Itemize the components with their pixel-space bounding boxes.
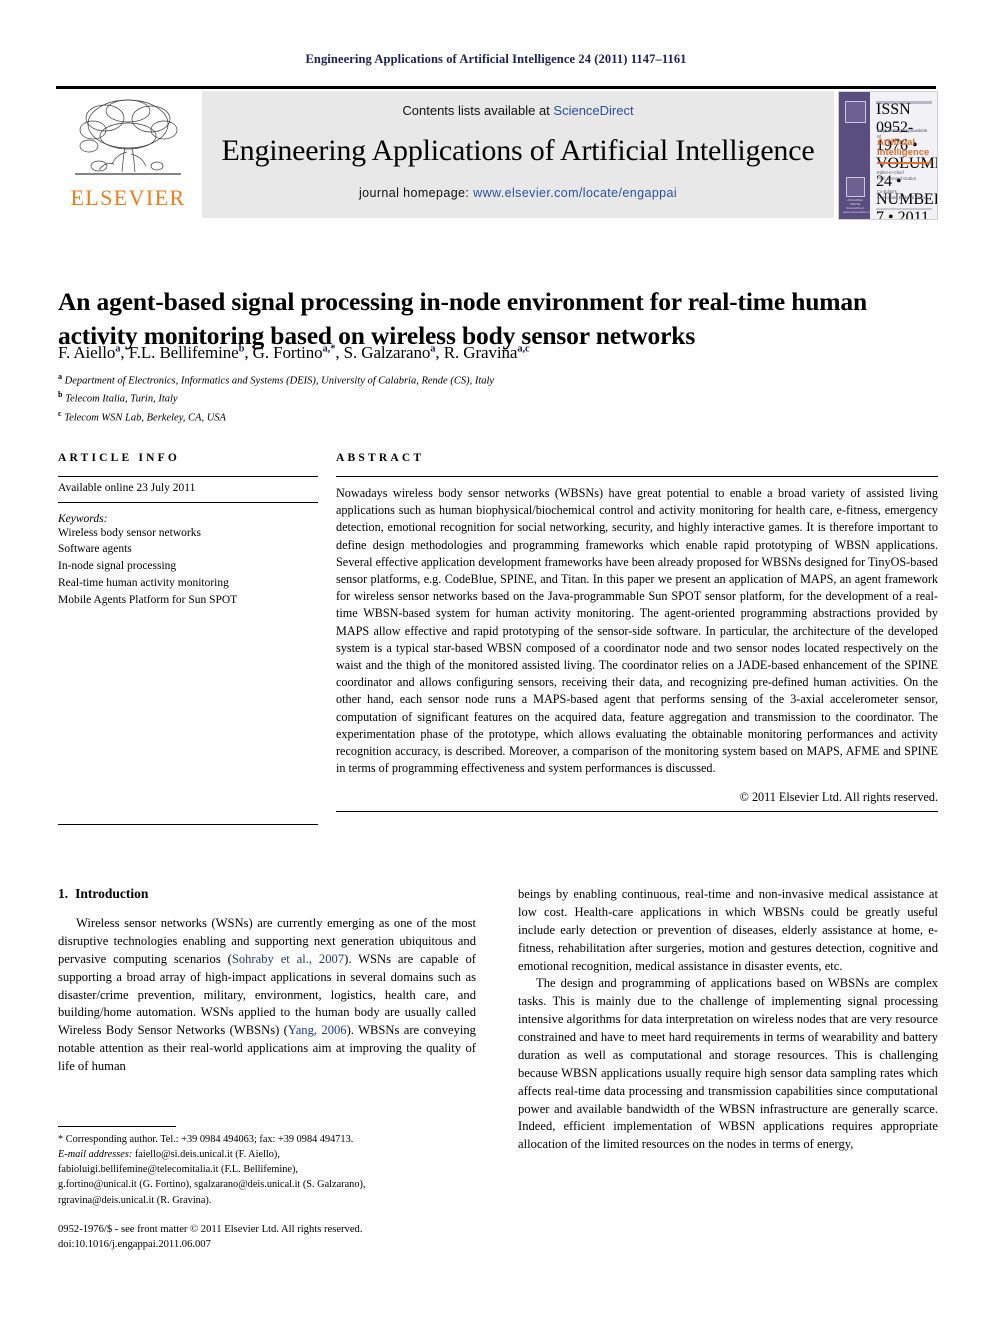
affiliation-mark: b — [58, 390, 63, 400]
affiliation-mark: a — [58, 372, 62, 381]
article-info-heading: ARTICLE INFO — [58, 452, 181, 464]
body-column-right: beings by enabling continuous, real-time… — [518, 886, 938, 1154]
keyword-item: Real-time human activity monitoring — [58, 576, 229, 589]
cover-accent-rule — [877, 162, 931, 164]
keyword-item: Wireless body sensor networks — [58, 526, 201, 539]
homepage-url-link[interactable]: www.elsevier.com/locate/engappai — [473, 186, 677, 200]
keywords-label: Keywords: — [58, 512, 108, 525]
elsevier-logo: ELSEVIER — [60, 94, 196, 216]
keyword-list: Wireless body sensor networks Software a… — [58, 525, 318, 609]
abstract-copyright: © 2011 Elsevier Ltd. All rights reserved… — [739, 789, 938, 804]
author-list: F. Aielloa, F.L. Bellifemineb, G. Fortin… — [58, 343, 530, 362]
abstract-bottom-rule — [336, 810, 938, 812]
email-addresses-note: E-mail addresses: faiello@si.deis.unical… — [58, 1147, 476, 1162]
keyword-item: In-node signal processing — [58, 560, 177, 573]
running-head: Engineering Applications of Artificial I… — [305, 52, 687, 66]
sciencedirect-link[interactable]: ScienceDirect — [553, 103, 633, 118]
author-affil-mark: a — [115, 343, 121, 355]
masthead-top-rule — [56, 86, 936, 89]
cover-footer-text: AVAILABLE ONLINE ScienceDirect www.scien… — [843, 197, 874, 214]
keyword-item: Mobile Agents Platform for Sun SPOT — [58, 593, 238, 606]
article-info-bottom-rule — [58, 824, 318, 825]
author-name: G. Fortino — [252, 343, 323, 362]
email-address[interactable]: fabioluigi.bellifemine@telecomitalia.it … — [58, 1162, 476, 1177]
author-name: S. Galzarano — [343, 343, 431, 362]
affiliation-text: Department of Electronics, Informatics a… — [64, 375, 495, 387]
imprint-block: 0952-1976/$ - see front matter © 2011 El… — [58, 1222, 488, 1253]
email-address[interactable]: rgravina@deis.unical.it (R. Gravina). — [58, 1193, 476, 1208]
affiliation-list: a Department of Electronics, Informatics… — [58, 371, 938, 426]
email-address[interactable]: g.fortino@unical.it (G. Fortino), sgalza… — [58, 1177, 476, 1192]
cover-title-main: Artificial Intelligence — [877, 137, 931, 159]
abstract-text: Nowadays wireless body sensor networks (… — [336, 486, 938, 776]
imprint-line-issn: 0952-1976/$ - see front matter © 2011 El… — [58, 1224, 363, 1235]
paragraph: beings by enabling continuous, real-time… — [518, 887, 938, 973]
corresponding-author-text: Corresponding author. Tel.: +39 0984 494… — [65, 1134, 354, 1145]
contents-prefix: Contents lists available at — [402, 103, 554, 118]
keyword-item: Software agents — [58, 543, 132, 556]
email-address[interactable]: faiello@si.deis.unical.it (F. Aiello), — [135, 1149, 280, 1160]
cover-bottom-rule — [876, 208, 932, 210]
body-column-left: 1. Introduction Wireless sensor networks … — [58, 886, 476, 1076]
cover-coeditor-name: • Associate Editorial Board — [877, 195, 927, 201]
affiliation-item: c Telecom WSN Lab, Berkeley, CA, USA — [58, 408, 938, 426]
cover-editor-block: Editor-in-Chief Prof. Bernard Grabot Co-Ed… — [877, 170, 931, 201]
affiliation-item: b Telecom Italia, Turin, Italy — [58, 389, 938, 407]
affiliation-mark: c — [58, 408, 62, 418]
cover-title-line3: Intelligence — [877, 147, 930, 159]
journal-masthead: ELSEVIER Contents lists available at Sci… — [56, 86, 938, 220]
cover-publisher-emblem-bottom — [846, 177, 865, 197]
author-affil-mark: a,* — [322, 343, 336, 355]
cover-editor-label: Editor-in-Chief — [877, 170, 904, 175]
elsevier-wordmark: ELSEVIER — [70, 185, 186, 210]
affiliation-text: Telecom Italia, Turin, Italy — [65, 393, 178, 405]
section-number: 1. — [58, 886, 69, 901]
cover-kicker: ISSN 0952-1976 • VOLUME 24 • NUMBER 7 • … — [876, 101, 937, 219]
paragraph: Wireless sensor networks (WSNs) are curr… — [58, 916, 476, 1073]
footnote-rule — [58, 1126, 176, 1127]
author-name: F.L. Bellifemine — [128, 343, 239, 362]
imprint-line-doi[interactable]: doi:10.1016/j.engappai.2011.06.007 — [58, 1237, 488, 1252]
author-affil-mark: b — [238, 343, 245, 355]
elsevier-tree-icon — [75, 99, 181, 175]
affiliation-item: a Department of Electronics, Informatics… — [58, 371, 938, 389]
email-label: E-mail addresses: — [58, 1149, 133, 1161]
cover-coeditor-label: Co-Editors — [877, 188, 897, 194]
paragraph: The design and programming of applicatio… — [518, 976, 938, 1152]
author-affil-mark: a,c — [517, 343, 530, 355]
cover-publisher-emblem-top — [845, 101, 866, 123]
abstract-rule — [336, 476, 938, 477]
journal-cover-thumbnail[interactable]: ISSN 0952-1976 • VOLUME 24 • NUMBER 7 • … — [838, 91, 938, 220]
journal-homepage-line: journal homepage: www.elsevier.com/locat… — [202, 186, 834, 200]
author-name: F. Aiello — [58, 343, 116, 362]
article-info-block: ARTICLE INFO Available online 23 July 20… — [58, 452, 318, 608]
article-page: Engineering Applications of Artificial I… — [0, 0, 992, 1323]
asterisk-icon: * — [58, 1134, 64, 1145]
corresponding-author-note: * Corresponding author. Tel.: +39 0984 4… — [58, 1132, 476, 1147]
contents-available-line: Contents lists available at ScienceDirec… — [202, 103, 834, 118]
footnote-block: * Corresponding author. Tel.: +39 0984 4… — [58, 1126, 476, 1208]
author-affil-mark: a — [430, 343, 436, 355]
affiliation-text: Telecom WSN Lab, Berkeley, CA, USA — [64, 412, 226, 424]
section-heading-introduction: 1. Introduction — [58, 886, 476, 902]
journal-title: Engineering Applications of Artificial I… — [221, 134, 815, 167]
abstract-heading: ABSTRACT — [336, 452, 425, 464]
homepage-label: journal homepage: — [358, 186, 474, 200]
citation-link[interactable]: Yang, 2006 — [288, 1023, 347, 1037]
section-title: Introduction — [75, 886, 149, 901]
author-name: R. Gravina — [443, 343, 518, 362]
cover-editor-name: Prof. Bernard Grabot — [877, 176, 916, 182]
abstract-block: ABSTRACT Nowadays wireless body sensor n… — [336, 452, 938, 812]
article-history: Available online 23 July 2011 — [58, 477, 318, 503]
citation-link[interactable]: Sohraby et al., 2007 — [232, 952, 344, 966]
